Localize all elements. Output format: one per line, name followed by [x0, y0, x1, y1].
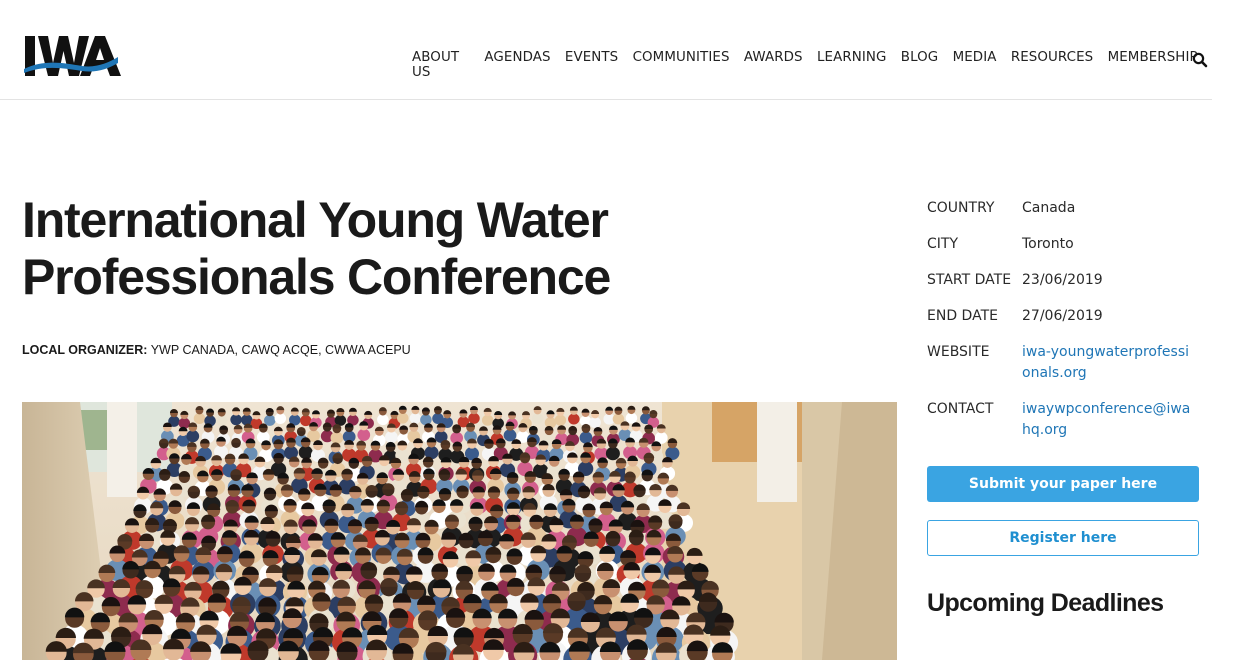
detail-key: START DATE — [927, 272, 1012, 288]
detail-key: END DATE — [927, 308, 998, 324]
detail-key: CITY — [927, 236, 959, 252]
nav-agendas[interactable]: AGENDAS — [484, 50, 550, 80]
crowd-person-body — [589, 416, 601, 428]
crowd-person-body — [554, 414, 567, 426]
nav-communities[interactable]: COMMUNITIES — [633, 50, 730, 80]
detail-value: 23/06/2019 — [1022, 272, 1103, 288]
crowd-person-body — [193, 412, 206, 424]
page-title: International Young Water Professionals … — [22, 192, 611, 305]
nav-awards[interactable]: AWARDS — [744, 50, 803, 80]
detail-value: Toronto — [1022, 236, 1074, 252]
crowd-person-body — [605, 446, 620, 461]
organizer-value: YWP CANADA, CAWQ ACQE, CWWA ACEPU — [150, 343, 411, 357]
crowd-person-body — [481, 414, 494, 426]
detail-row-website: WEBSITE iwa-youngwaterprofessionals.org — [927, 342, 1207, 384]
nav-media[interactable]: MEDIA — [953, 50, 997, 80]
detail-row-start-date: START DATE 23/06/2019 — [927, 270, 1207, 291]
detail-row-country: COUNTRY Canada — [927, 198, 1207, 219]
crowd-person-body — [385, 430, 398, 444]
crowd-person-body — [357, 428, 371, 442]
main-nav: ABOUT US AGENDAS EVENTS COMMUNITIES AWAR… — [412, 50, 1212, 80]
crowd-person-body — [215, 415, 228, 427]
nav-events[interactable]: EVENTS — [565, 50, 618, 80]
submit-paper-button[interactable]: Submit your paper here — [927, 466, 1199, 502]
crowd-person-body — [298, 445, 313, 460]
nav-blog[interactable]: BLOG — [901, 50, 939, 80]
detail-row-contact: CONTACT iwaywpconference@iwahq.org — [927, 399, 1207, 441]
crowd-person-body — [568, 413, 580, 425]
crowd-person-body — [531, 412, 544, 424]
website-link[interactable]: iwa-youngwaterprofessionals.org — [1022, 342, 1197, 384]
detail-key: WEBSITE — [927, 344, 990, 360]
upcoming-deadlines-heading: Upcoming Deadlines — [927, 589, 1164, 617]
detail-row-end-date: END DATE 27/06/2019 — [927, 306, 1207, 327]
crowd-person-body — [330, 431, 344, 444]
detail-key: CONTACT — [927, 401, 994, 417]
crowd-person-body — [186, 430, 200, 443]
organizer-label: LOCAL ORGANIZER: — [22, 343, 148, 357]
crowd-person-body — [409, 412, 422, 424]
crowd-person-body — [468, 412, 480, 424]
site-header: ABOUT US AGENDAS EVENTS COMMUNITIES AWAR… — [0, 0, 1212, 100]
contact-email-link[interactable]: iwaywpconference@iwahq.org — [1022, 399, 1197, 441]
detail-value: 27/06/2019 — [1022, 308, 1103, 324]
nav-about-us[interactable]: ABOUT US — [412, 50, 470, 80]
detail-row-city: CITY Toronto — [927, 234, 1207, 255]
conference-group-photo — [22, 402, 897, 660]
iwa-logo[interactable] — [24, 33, 124, 79]
nav-learning[interactable]: LEARNING — [817, 50, 887, 80]
crowd-person-body — [579, 431, 593, 444]
register-button[interactable]: Register here — [927, 520, 1199, 556]
search-icon[interactable] — [1192, 52, 1208, 68]
crowd-person-body — [230, 414, 242, 426]
detail-value: Canada — [1022, 200, 1076, 216]
event-details: COUNTRY Canada CITY Toronto START DATE 2… — [927, 198, 1207, 456]
detail-key: COUNTRY — [927, 200, 995, 216]
nav-resources[interactable]: RESOURCES — [1011, 50, 1093, 80]
nav-membership[interactable]: MEMBERSHIP — [1108, 50, 1198, 80]
crowd-person-body — [397, 412, 409, 424]
crowd-person-body — [377, 414, 389, 426]
crowd-person-body — [274, 413, 287, 425]
local-organizer: LOCAL ORGANIZER: YWP CANADA, CAWQ ACQE, … — [22, 343, 411, 357]
